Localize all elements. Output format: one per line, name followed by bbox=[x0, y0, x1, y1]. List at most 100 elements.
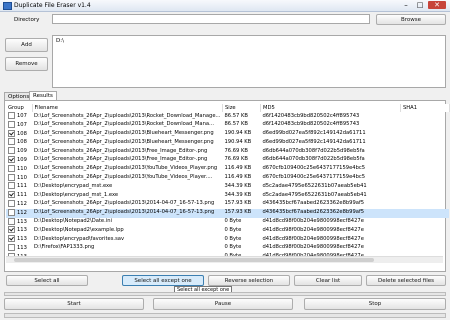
cell-size: 190.94 KB bbox=[224, 130, 252, 137]
maximize-button[interactable]: □ bbox=[414, 1, 426, 9]
column-md5[interactable]: MD5 bbox=[260, 104, 401, 112]
cell-group: 113 bbox=[6, 235, 32, 244]
row-checkbox[interactable] bbox=[8, 112, 15, 119]
table-row[interactable]: 112 D:\Lof_Screenshots_26Apr_2\uploads\20… bbox=[6, 199, 449, 209]
row-checkbox[interactable] bbox=[8, 199, 15, 207]
table-row[interactable]: 111 D:\Desktop\encrypad_mst_1.exe 344.39 K… bbox=[6, 191, 449, 200]
horizontal-scrollbar[interactable] bbox=[6, 256, 443, 263]
row-checkbox[interactable] bbox=[8, 138, 15, 146]
reverse-selection-button[interactable]: Reverse selection bbox=[208, 275, 290, 286]
row-checkbox[interactable] bbox=[8, 173, 15, 181]
cell-sha1 bbox=[400, 235, 449, 244]
add-button[interactable]: Add bbox=[5, 38, 48, 52]
title-bar: Duplicate File Eraser v1.4 – □ ✕ bbox=[0, 0, 450, 12]
cell-filename: D:\Lof_Screenshots_26Apr_2\uploads\2013\… bbox=[34, 200, 215, 207]
column-group[interactable]: Group bbox=[6, 104, 33, 112]
table-row[interactable]: 111 D:\Desktop\encrypad_mst.exe 344.39 KB d… bbox=[6, 182, 449, 191]
minimize-button[interactable]: – bbox=[400, 1, 412, 9]
row-checkbox[interactable] bbox=[8, 147, 15, 155]
cell-filename: D:\Lof_Screenshots_26Apr_2\uploads\2013\… bbox=[34, 165, 218, 172]
cell-group: 111 bbox=[6, 182, 32, 191]
cell-md5: d670cfb109400c25e6437177159e4bc5 bbox=[262, 165, 366, 172]
cell-group: 113 bbox=[6, 226, 32, 235]
row-checkbox[interactable] bbox=[8, 235, 15, 243]
cell-filename: D:\Lof_Screenshots_26Apr_2\uploads\2013\… bbox=[34, 156, 208, 163]
column-sha1[interactable]: SHA1 bbox=[400, 104, 450, 112]
clear-list-button[interactable]: Clear list bbox=[294, 275, 362, 286]
table-row[interactable]: 107 D:\Lof_Screenshots_26Apr_2\uploads\20… bbox=[6, 112, 449, 121]
cell-sha1 bbox=[400, 182, 449, 191]
cell-sha1 bbox=[400, 130, 449, 139]
cell-size: 86.57 KB bbox=[224, 112, 248, 119]
table-row[interactable]: 108 D:\Lof_Screenshots_26Apr_2\uploads\20… bbox=[6, 138, 449, 147]
browse-button[interactable]: Browse bbox=[376, 14, 446, 25]
cell-size: 157.93 KB bbox=[222, 208, 261, 218]
row-checkbox[interactable] bbox=[8, 226, 15, 234]
scrollbar-thumb[interactable] bbox=[14, 258, 374, 262]
row-checkbox[interactable] bbox=[8, 120, 15, 128]
pause-button[interactable]: Pause bbox=[153, 298, 293, 310]
row-checkbox[interactable] bbox=[8, 243, 15, 251]
cell-filename: D:\Lof_Screenshots_26Apr_2\uploads\2013\… bbox=[34, 121, 214, 128]
cell-size: 116.49 KB bbox=[224, 165, 252, 172]
cell-size: 190.94 KB bbox=[224, 138, 252, 145]
row-checkbox[interactable] bbox=[8, 208, 15, 216]
table-row[interactable]: 108 D:\Lof_Screenshots_26Apr_2\uploads\20… bbox=[6, 129, 449, 139]
group-number: 111 bbox=[17, 183, 27, 190]
cell-md5: d6ed99bd027ea5f892c149142da61711 bbox=[262, 138, 366, 145]
cell-filename: D:\Desktop\encrypad_mst_1.exe bbox=[34, 191, 119, 198]
cell-filename: D:\Lof_Screenshots_26Apr_2\uploads\2013\… bbox=[32, 208, 223, 218]
group-number: 110 bbox=[17, 174, 27, 181]
table-row[interactable]: 113 D:\Desktop\Notepad2\example.lpp 0 Byte… bbox=[6, 226, 449, 235]
row-checkbox[interactable] bbox=[8, 191, 15, 199]
column-size[interactable]: Size bbox=[222, 104, 261, 112]
cell-filename: D:\Desktop\Notepad2\Date.ini bbox=[34, 218, 112, 225]
cell-sha1 bbox=[400, 121, 449, 130]
cell-size: 0 Byte bbox=[224, 244, 242, 251]
remove-button[interactable]: Remove bbox=[5, 57, 48, 71]
cell-group: 112 bbox=[6, 199, 32, 209]
start-button[interactable]: Start bbox=[4, 298, 144, 310]
table-row[interactable]: 109 D:\Lof_Screenshots_26Apr_2\uploads\20… bbox=[6, 155, 449, 165]
table-row[interactable]: 113 D:\Firefox\FAP1333.png 0 Byte d41d8cd98… bbox=[6, 243, 449, 253]
cell-filename: D:\Lof_Screenshots_26Apr_2\uploads\2013\… bbox=[34, 130, 214, 137]
table-row[interactable]: 113 D:\Desktop\Notepad2\Date.ini 0 Byte d41… bbox=[6, 217, 449, 227]
path-list[interactable]: D:\ bbox=[52, 35, 446, 88]
cell-group: 110 bbox=[6, 164, 32, 174]
group-number: 113 bbox=[17, 236, 27, 243]
cell-group: 109 bbox=[6, 155, 32, 165]
cell-size: 76.69 KB bbox=[224, 156, 248, 163]
cell-md5: d41d8cd98f00b204e9800998ecf8427e bbox=[262, 218, 364, 225]
cell-group: 108 bbox=[6, 138, 32, 147]
stop-button[interactable]: Stop bbox=[304, 298, 446, 310]
results-table[interactable]: Group Filename Size MD5 SHA1 107 D:\Lof_S… bbox=[6, 104, 450, 262]
table-row[interactable]: 110 D:\Lof_Screenshots_26Apr_2\uploads\20… bbox=[6, 164, 449, 174]
close-button[interactable]: ✕ bbox=[428, 1, 446, 9]
group-number: 112 bbox=[17, 200, 27, 207]
table-row[interactable]: 109 D:\Lof_Screenshots_26Apr_2\uploads\20… bbox=[6, 147, 449, 156]
delete-selected-files-button[interactable]: Delete selected files bbox=[366, 275, 446, 286]
table-row[interactable]: 110 D:\Lof_Screenshots_26Apr_2\uploads\20… bbox=[6, 173, 449, 183]
cell-sha1 bbox=[400, 244, 449, 253]
row-checkbox[interactable] bbox=[8, 217, 15, 225]
table-row[interactable]: 113 D:\Desktop\encrypad\favorites.sav 0 By… bbox=[6, 235, 449, 244]
cell-group: 108 bbox=[6, 129, 32, 139]
table-row[interactable]: 112 D:\Lof_Screenshots_26Apr_2\uploads\20… bbox=[6, 208, 450, 218]
row-checkbox[interactable] bbox=[8, 155, 15, 163]
cell-filename: D:\Desktop\encrypad\favorites.sav bbox=[34, 235, 125, 242]
column-filename[interactable]: Filename bbox=[32, 104, 223, 112]
cell-sha1 bbox=[400, 138, 449, 147]
cell-sha1 bbox=[400, 218, 449, 227]
directory-input[interactable] bbox=[52, 14, 370, 24]
row-checkbox[interactable] bbox=[8, 164, 15, 172]
path-list-item[interactable]: D:\ bbox=[56, 38, 442, 44]
select-all-except-one-button[interactable]: Select all except one bbox=[122, 275, 204, 286]
select-all-button[interactable]: Select all bbox=[6, 275, 88, 286]
cell-filename: D:\Lof_Screenshots_26Apr_2\uploads\2013\… bbox=[34, 147, 208, 154]
cell-sha1 bbox=[400, 191, 449, 200]
cell-sha1 bbox=[400, 147, 449, 156]
row-checkbox[interactable] bbox=[8, 129, 15, 137]
group-number: 113 bbox=[17, 218, 27, 225]
row-checkbox[interactable] bbox=[8, 182, 15, 190]
table-row[interactable]: 107 D:\Lof_Screenshots_26Apr_2\uploads\20… bbox=[6, 120, 449, 130]
